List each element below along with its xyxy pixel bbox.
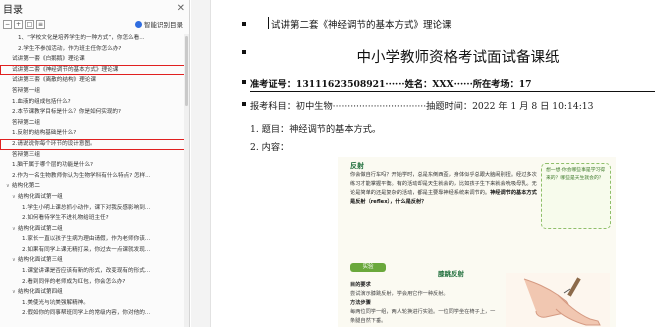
toc-panel: 目录 ✕ − + □ ≡ 智能识别目录 1、“学校文化是培养学生的一种方式”，你… — [0, 0, 190, 327]
toc-item[interactable]: 2.如何看待学生不进礼物给班主任? — [0, 213, 189, 224]
toc-item-label: 2.看到同伴的老师成为红包，你会怎么办? — [22, 278, 126, 285]
toc-item-label: 2.假如你的同事帮班同学上的常级内容，你对他的... — [22, 310, 151, 317]
toc-item-label: 2.如果有同学上课无精打采，你过去一点课就发现... — [22, 246, 151, 253]
toc-header: 目录 ✕ — [0, 0, 189, 16]
toc-item-label: 2.作为一名生物教师你认为生物学科有什么特点? 怎样... — [12, 172, 151, 179]
toc-item-label: 答辩第一组 — [12, 87, 40, 94]
toc-item[interactable]: 试讲第二套《神经调节的基本方式》理论课 — [0, 64, 189, 76]
textbook-image: 反射 你会做自行车吗？开始学时，总是东倒西歪，身体似乎总跟大脑闹别扭。经过多次练… — [338, 157, 616, 327]
subject-line[interactable]: 报考科目：初中生物·······························… — [250, 98, 594, 112]
textbook-sidenote: 想一想·你会哪些事是学习得来的？哪些是天生就会的？ — [541, 163, 611, 229]
document-title[interactable]: 中小学教师资格考试面试备课纸 — [191, 46, 669, 67]
toc-item-label: 答辩第三组 — [12, 151, 40, 158]
document-heading[interactable]: 试讲第二套《神经调节的基本方式》理论课 — [271, 17, 452, 31]
toc-item[interactable]: 2.看到同伴的老师成为红包，你会怎么办? — [0, 277, 189, 288]
smart-toc-label: 智能识别目录 — [144, 21, 183, 29]
toc-item[interactable]: 2.作为一名生物教师你认为生物学科有什么特点? 怎样... — [0, 171, 189, 182]
toc-item-label: 结构化面试第一组 — [18, 193, 63, 200]
toc-item-label: 1、“学校文化是培养学生的一种方式”，你怎么看... — [18, 35, 145, 41]
experiment-body: 目的要求 尝试演示膝跳反射，学会用它作一种反射。 方法步骤 每两位同学一组，两人… — [350, 282, 496, 324]
toc-item-label: 2.本节课教学目标是什么？你是如何实现的? — [12, 109, 121, 116]
smart-toc-button[interactable]: 智能识别目录 — [135, 19, 183, 29]
close-icon[interactable]: ✕ — [177, 3, 185, 14]
knee-reflex-illustration — [506, 273, 610, 327]
toc-item[interactable]: ∨ 结构化第二 — [0, 181, 189, 192]
toc-item[interactable]: ∨ 结构化面试第四组 — [0, 287, 189, 298]
toc-item[interactable]: 2.如果有同学上课无精打采，你过去一点课就发现... — [0, 245, 189, 256]
document-area: 试讲第二套《神经调节的基本方式》理论课 中小学教师资格考试面试备课纸 准考证号：… — [191, 0, 669, 327]
toc-item[interactable]: 1.家长一直以孩子生病为理由请假，作为老师你该... — [0, 234, 189, 245]
toc-title: 目录 — [3, 4, 23, 16]
toc-item-label: 1.反射的结构基础是什么? — [12, 130, 77, 137]
expand-level-icon[interactable]: □ — [25, 20, 34, 29]
toc-item[interactable]: 1.学生小明上课总抓小动作，课下对我反感影响到... — [0, 203, 189, 214]
toc-item[interactable]: 2.本节课教学目标是什么？你是如何实现的? — [0, 107, 189, 118]
toc-item[interactable]: 答辩第一组 — [0, 86, 189, 97]
toc-item[interactable]: ∨ 结构化面试第三组 — [0, 255, 189, 266]
list-view-icon[interactable]: ≡ — [36, 20, 45, 29]
divider — [250, 91, 655, 92]
experiment-title: 膝跳反射 — [438, 270, 464, 278]
toc-item[interactable]: 1.美使光与坑美强解精神。 — [0, 298, 189, 309]
toc-item-label: 1.脑干属于哪个层的功能是什么? — [12, 162, 94, 169]
smart-toc-icon — [135, 20, 142, 28]
text-cursor — [268, 17, 269, 29]
toc-toolbar: − + □ ≡ 智能识别目录 — [0, 16, 189, 33]
toc-item-label: 结构化面试第四组 — [18, 289, 63, 296]
toc-item-label: 结构化第二 — [12, 183, 40, 190]
toc-item[interactable]: 答辩第二组 — [0, 118, 189, 129]
toc-item[interactable]: 答辩第三组 — [0, 150, 189, 161]
toc-item[interactable]: 试讲第三套《离散的结构》理论课 — [0, 75, 189, 86]
toc-item-label: 2.如何看待学生不进礼物给班主任? — [22, 215, 109, 222]
textbook-heading: 反射 — [350, 162, 364, 170]
toc-item-label: 答辩第二组 — [12, 119, 40, 126]
toc-item[interactable]: 1、“学校文化是培养学生的一种方式”，你怎么看... — [0, 33, 189, 44]
toc-item[interactable]: 1.课堂讲课是否应该有新的形式，改变现有的形式... — [0, 266, 189, 277]
toc-item-label: 试讲第二套《神经调节的基本方式》理论课 — [12, 66, 119, 73]
toc-item-label: 1.学生小明上课总抓小动作，课下对我反感影响到... — [22, 204, 151, 211]
toc-item[interactable]: 2.学生不参加活动，作为班主任你怎么办? — [0, 44, 189, 55]
expand-all-icon[interactable]: + — [14, 20, 23, 29]
paragraph-mark — [242, 80, 246, 84]
textbook-paragraph: 你会做自行车吗？开始学时，总是东倒西歪，身体似乎总跟大脑闹别扭。经过多次练习才能… — [350, 172, 537, 205]
toc-item-label: 试讲第一套《白鹅鹅》理论课 — [12, 56, 85, 63]
toc-scrollbar-thumb[interactable] — [185, 36, 188, 106]
toc-item-label: 1.美使光与坑美强解精神。 — [22, 299, 89, 306]
toc-item-label: 2.学生不参加活动，作为班主任你怎么办? — [18, 45, 122, 52]
toc-item[interactable]: 2.请说说你每个环节的设计意图。 — [0, 138, 189, 150]
toc-item[interactable]: 2.假如你的同事帮班同学上的常级内容，你对他的... — [0, 308, 189, 319]
toc-item-label: 2.请说说你每个环节的设计意图。 — [12, 140, 96, 147]
toc-item[interactable]: 试讲第一套《白鹅鹅》理论课 — [0, 54, 189, 65]
toc-list: 1、“学校文化是培养学生的一种方式”，你怎么看... 2.学生不参加活动，作为班主… — [0, 33, 189, 319]
toc-item[interactable]: ∨ 结构化面试第二组 — [0, 224, 189, 235]
toc-item-label: 试讲第三套《离散的结构》理论课 — [12, 77, 96, 84]
collapse-all-icon[interactable]: − — [3, 20, 12, 29]
toc-item-label: 1.家长一直以孩子生病为理由请假，作为老师你该... — [22, 236, 151, 243]
toc-item[interactable]: 1.反射的结构基础是什么? — [0, 128, 189, 139]
exam-info-line[interactable]: 准考证号：13111623508921······姓名：XXX······所在考… — [250, 76, 532, 90]
toc-item-label: 1.血液的组成包括什么? — [12, 98, 71, 105]
toc-item[interactable]: 1.血液的组成包括什么? — [0, 97, 189, 108]
toc-item-label: 1.课堂讲课是否应该有新的形式，改变现有的形式... — [22, 268, 151, 275]
question-topic[interactable]: 1. 题目：神经调节的基本方式。 — [250, 121, 381, 135]
paragraph-mark — [242, 22, 246, 26]
toc-item[interactable]: 1.脑干属于哪个层的功能是什么? — [0, 160, 189, 171]
toc-item-label: 结构化面试第二组 — [18, 225, 63, 232]
experiment-badge: 实验 — [350, 263, 386, 272]
paragraph-mark — [242, 102, 246, 106]
question-content[interactable]: 2. 内容： — [250, 139, 289, 153]
toc-item[interactable]: ∨ 结构化面试第一组 — [0, 192, 189, 203]
toc-item-label: 结构化面试第三组 — [18, 257, 63, 264]
